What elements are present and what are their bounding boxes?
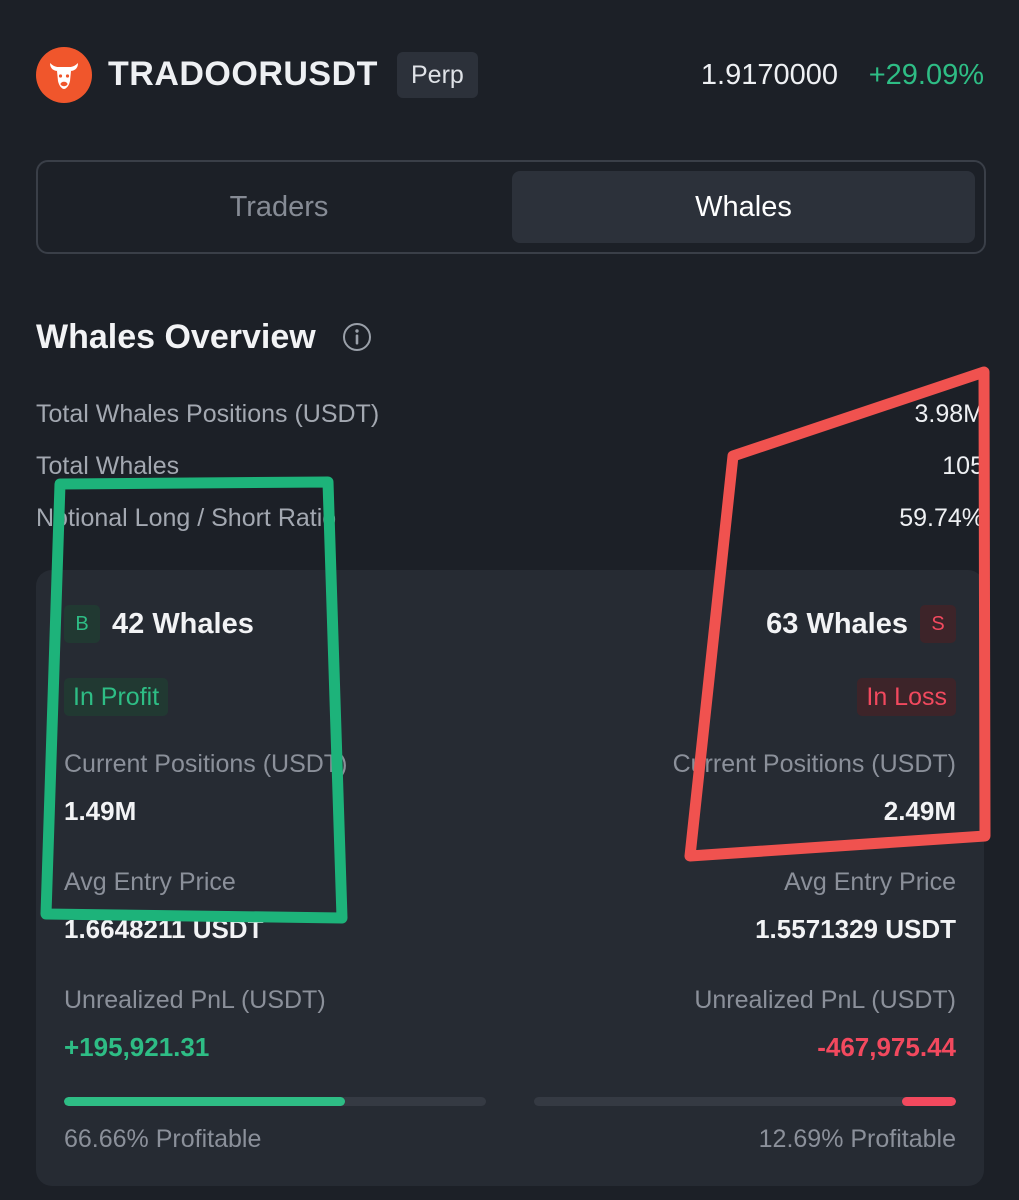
long-profitable-bar (64, 1097, 486, 1106)
short-profitable-fill (902, 1097, 956, 1106)
long-header: B 42 Whales (64, 604, 254, 644)
buy-badge: B (64, 605, 100, 643)
long-whales-count: 42 Whales (112, 607, 254, 640)
stat-label: Notional Long / Short Ratio (36, 504, 337, 532)
stat-total-whales: Total Whales 105 (36, 452, 984, 492)
short-whales-count: 63 Whales (766, 607, 908, 640)
long-pnl-value: +195,921.31 (64, 1032, 210, 1062)
long-entry-value: 1.6648211 USDT (64, 914, 264, 944)
contract-type-badge: Perp (397, 52, 478, 98)
price-change: +29.09% (868, 59, 984, 91)
sell-badge: S (920, 605, 956, 643)
segment-tabs: Traders Whales (36, 160, 986, 254)
info-icon[interactable] (342, 322, 372, 352)
short-profitable-bar (534, 1097, 956, 1106)
section-title: Whales Overview (36, 318, 316, 356)
short-entry-label: Avg Entry Price (784, 868, 956, 896)
in-profit-badge: In Profit (64, 678, 169, 716)
stat-value: 3.98M (914, 400, 984, 428)
stat-label: Total Whales (36, 452, 180, 480)
long-profitable-fill (64, 1097, 346, 1106)
long-positions-value: 1.49M (64, 796, 137, 826)
last-price: 1.9170000 (700, 59, 838, 91)
long-profitable-text: 66.66% Profitable (64, 1125, 262, 1153)
long-short-card: B 42 Whales In Profit Current Positions … (36, 570, 984, 1186)
symbol-name[interactable]: TRADOORUSDT (108, 55, 378, 94)
tab-whales[interactable]: Whales (512, 171, 975, 243)
short-side: 63 Whales S In Loss Current Positions (U… (534, 570, 956, 1186)
short-entry-value: 1.5571329 USDT (755, 914, 956, 944)
short-positions-value: 2.49M (883, 796, 956, 826)
short-header: 63 Whales S (766, 604, 956, 644)
long-entry-label: Avg Entry Price (64, 868, 236, 896)
in-loss-badge: In Loss (857, 678, 956, 716)
stat-value: 59.74% (899, 504, 984, 532)
short-pnl-label: Unrealized PnL (USDT) (694, 986, 956, 1014)
tab-traders[interactable]: Traders (47, 171, 511, 243)
long-pnl-label: Unrealized PnL (USDT) (64, 986, 326, 1014)
short-positions-label: Current Positions (USDT) (672, 750, 956, 778)
bull-head-icon[interactable] (36, 47, 92, 103)
short-pnl-value: -467,975.44 (817, 1032, 956, 1062)
header: TRADOORUSDT Perp 1.9170000 +29.09% (36, 45, 984, 105)
long-positions-label: Current Positions (USDT) (64, 750, 348, 778)
stat-value: 105 (942, 452, 984, 480)
short-profitable-text: 12.69% Profitable (758, 1125, 956, 1153)
long-side: B 42 Whales In Profit Current Positions … (64, 570, 486, 1186)
stat-long-short-ratio: Notional Long / Short Ratio 59.74% (36, 504, 984, 544)
stat-total-positions: Total Whales Positions (USDT) 3.98M (36, 400, 984, 440)
stat-label: Total Whales Positions (USDT) (36, 400, 380, 428)
